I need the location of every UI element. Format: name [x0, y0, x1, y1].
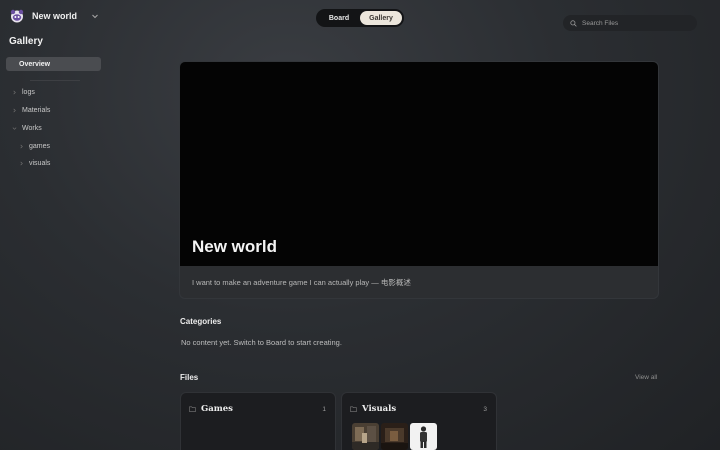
tab-gallery[interactable]: Gallery: [360, 11, 402, 25]
thumbnail-interior-scene[interactable]: [352, 423, 379, 450]
chevron-right-icon: [13, 90, 16, 95]
sidebar-item-visuals[interactable]: visuals: [19, 160, 50, 167]
categories-empty-message: No content yet. Switch to Board to start…: [181, 338, 342, 347]
workspace-name: New world: [32, 11, 78, 21]
folder-icon: [189, 406, 196, 412]
sidebar-item-label: visuals: [29, 160, 51, 167]
sidebar-item-games[interactable]: games: [19, 143, 50, 150]
thumbnail-figure-standing[interactable]: [410, 423, 437, 450]
tab-board[interactable]: Board: [318, 11, 360, 25]
sidebar-item-logs[interactable]: logs: [12, 89, 35, 96]
app-logo-icon: [10, 9, 24, 23]
sidebar-item-overview[interactable]: Overview: [6, 57, 101, 71]
chevron-down-icon: [92, 14, 98, 19]
search-icon: [570, 19, 577, 27]
sidebar-item-label: Materials: [22, 107, 51, 114]
search-input[interactable]: Search Files: [563, 15, 697, 31]
folder-icon: [350, 406, 357, 412]
chevron-right-icon: [20, 144, 23, 149]
folder-card-games[interactable]: Games 1: [181, 393, 335, 450]
sidebar-item-label: Works: [22, 125, 42, 132]
chevron-right-icon: [20, 161, 23, 166]
project-title: New world: [192, 237, 278, 256]
files-heading: Files: [180, 373, 199, 382]
thumbnail-dark-scene[interactable]: [381, 423, 408, 450]
search-placeholder: Search Files: [582, 19, 619, 27]
project-hero-card[interactable]: New world I want to make an adventure ga…: [180, 62, 658, 298]
folder-name: Visuals: [362, 404, 397, 414]
chevron-right-icon: [13, 108, 16, 113]
sidebar-title: Gallery: [9, 36, 43, 47]
sidebar-item-label: logs: [22, 89, 35, 96]
folder-count: 3: [483, 406, 487, 413]
folder-name: Games: [201, 404, 233, 414]
folder-count: 1: [322, 406, 326, 413]
sidebar-item-label: games: [29, 143, 51, 150]
view-switcher: Board Gallery: [316, 9, 404, 27]
workspace-switcher[interactable]: New world: [10, 9, 99, 23]
sidebar-item-works[interactable]: Works: [12, 125, 42, 132]
project-description: I want to make an adventure game I can a…: [192, 278, 411, 287]
chevron-down-icon: [12, 127, 17, 130]
categories-heading: Categories: [180, 317, 222, 326]
sidebar-item-materials[interactable]: Materials: [12, 107, 50, 114]
view-all-link[interactable]: View all: [635, 374, 657, 381]
folder-card-visuals[interactable]: Visuals 3: [342, 393, 496, 450]
project-cover-image: [180, 62, 658, 266]
sidebar-divider: [30, 80, 80, 81]
